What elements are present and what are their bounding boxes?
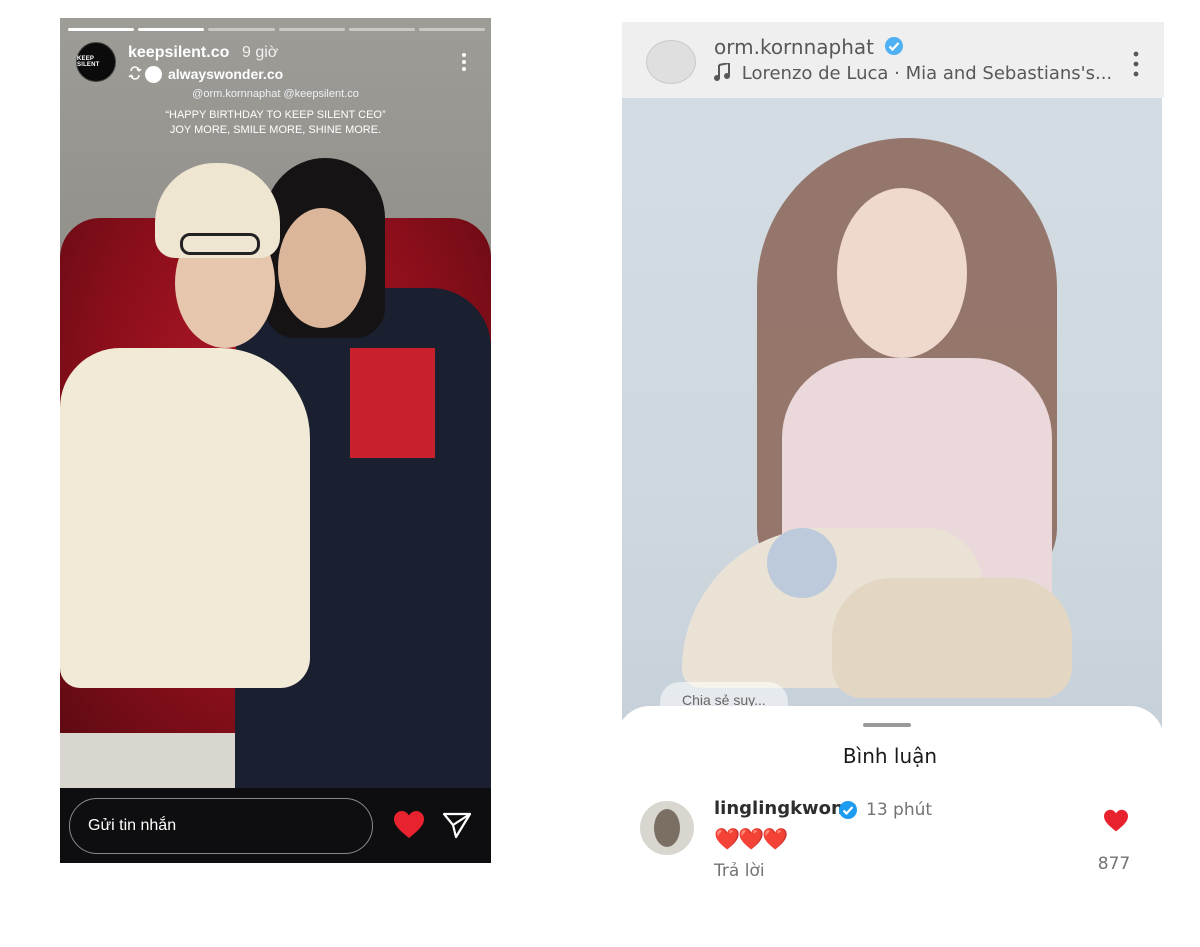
story-timestamp: 9 giờ: [242, 44, 279, 61]
post-viewer: orm.kornnaphat Lorenzo de Luca · Mia and…: [616, 22, 1164, 892]
story-caption-line1: “HAPPY BIRTHDAY TO KEEP SILENT CEO”: [165, 109, 386, 121]
model-right-shirt: [350, 348, 435, 458]
sheet-drag-handle[interactable]: [863, 723, 911, 727]
comment-time: 13 phút: [866, 800, 933, 820]
verified-icon: [838, 800, 858, 820]
message-input[interactable]: Gửi tin nhắn: [69, 798, 373, 854]
sheet-title: Bình luận: [842, 744, 938, 768]
progress-segment: [418, 28, 486, 31]
model-right-face: [278, 208, 366, 328]
repost-icon: [128, 66, 142, 83]
comment-username[interactable]: linglingkwong: [714, 798, 857, 819]
story-viewer: KEEP SILENT keepsilent.co 9 giờ alwayswo…: [60, 18, 491, 863]
progress-segment: [208, 28, 275, 31]
repost-username[interactable]: alwayswonder.co: [168, 66, 283, 82]
story-mentions[interactable]: @orm.kornnaphat @keepsilent.co: [60, 88, 491, 100]
glasses: [180, 233, 260, 255]
like-count: 877: [1097, 854, 1131, 874]
repost-avatar[interactable]: [145, 66, 162, 83]
story-caption-line2: JOY MORE, SMILE MORE, SHINE MORE.: [169, 124, 382, 136]
progress-segment: [138, 28, 205, 31]
reply-button[interactable]: Trả lời: [714, 861, 765, 881]
story-username[interactable]: keepsilent.co: [128, 44, 229, 62]
heart-icon[interactable]: [1103, 809, 1129, 833]
heart-icon[interactable]: [393, 810, 425, 840]
story-reply-bar: Gửi tin nhắn: [60, 788, 491, 863]
more-icon[interactable]: [454, 50, 474, 74]
comment-avatar[interactable]: [640, 801, 694, 855]
model-left-outfit: [60, 348, 310, 688]
story-progress-bar: [68, 28, 486, 31]
dim-overlay: [616, 22, 1164, 738]
story-avatar[interactable]: KEEP SILENT: [76, 42, 116, 82]
progress-segment: [348, 28, 415, 31]
send-icon[interactable]: [441, 810, 473, 840]
comments-sheet: Bình luận linglingkwong 13 phút ❤️❤️❤️ T…: [616, 706, 1164, 892]
progress-segment: [68, 28, 135, 31]
progress-segment: [278, 28, 345, 31]
comment-text: ❤️❤️❤️: [714, 828, 788, 851]
